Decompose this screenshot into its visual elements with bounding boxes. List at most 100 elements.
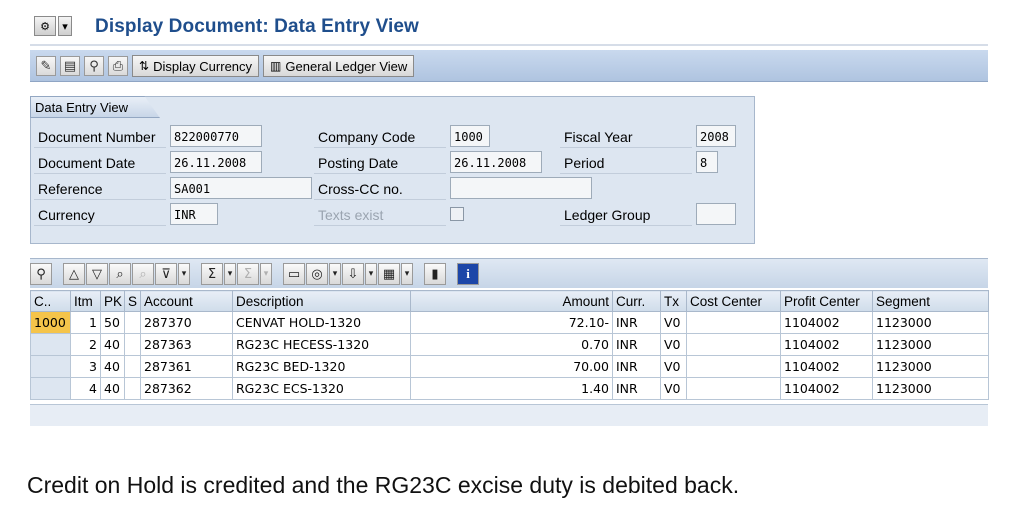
find-next-icon[interactable]: ⌕	[132, 263, 154, 285]
cell-account: 287370	[140, 311, 233, 334]
sort-icon[interactable]: ⊽	[155, 263, 177, 285]
reference-label: Reference	[34, 178, 166, 200]
line-item-grid: C.. Itm PK S Account Description Amount …	[30, 290, 989, 400]
document-number-field[interactable]: 822000770	[170, 125, 262, 147]
sum-dropdown-icon[interactable]: ▾	[224, 263, 236, 285]
table-row[interactable]: 1000 1 50 287370 CENVAT HOLD-1320 72.10-…	[30, 311, 989, 334]
reference-field[interactable]: SA001	[170, 177, 312, 199]
view-icon[interactable]: ◎	[306, 263, 328, 285]
window-menu-icon[interactable]: ⚙	[34, 16, 56, 36]
currency-field[interactable]: INR	[170, 203, 218, 225]
col-header-item[interactable]: Itm	[70, 290, 101, 312]
table-row[interactable]: 2 40 287363 RG23C HECESS-1320 0.70 INR V…	[30, 333, 989, 356]
company-code-field[interactable]: 1000	[450, 125, 490, 147]
caption-text: Credit on Hold is credited and the RG23C…	[27, 472, 740, 498]
cell-company-code[interactable]	[30, 333, 71, 356]
cell-account: 287361	[140, 355, 233, 378]
document-number-label: Document Number	[34, 126, 166, 148]
cell-company-code[interactable]: 1000	[30, 311, 71, 334]
general-ledger-view-button[interactable]: ▥ General Ledger View	[263, 55, 415, 77]
cell-profit-center: 1104002	[780, 355, 873, 378]
col-header-amount[interactable]: Amount	[410, 290, 613, 312]
col-header-company-code[interactable]: C..	[30, 290, 71, 312]
grid-header-row: C.. Itm PK S Account Description Amount …	[30, 290, 989, 312]
general-ledger-view-label: General Ledger View	[285, 58, 408, 74]
details-icon[interactable]: ⚲	[30, 263, 52, 285]
export-icon[interactable]: ⇩	[342, 263, 364, 285]
cross-cc-field[interactable]	[450, 177, 592, 199]
chevron-down-icon[interactable]: ▾	[58, 16, 72, 36]
cell-item: 3	[70, 355, 101, 378]
cell-s	[124, 311, 141, 334]
fiscal-year-label: Fiscal Year	[560, 126, 692, 148]
col-header-cost-center[interactable]: Cost Center	[686, 290, 781, 312]
texts-exist-checkbox[interactable]	[450, 207, 464, 221]
col-header-s[interactable]: S	[124, 290, 141, 312]
company-code-label: Company Code	[314, 126, 446, 148]
cell-currency: INR	[612, 377, 661, 400]
grid-empty-area	[30, 404, 988, 426]
cell-description: RG23C HECESS-1320	[232, 333, 411, 356]
table-row[interactable]: 4 40 287362 RG23C ECS-1320 1.40 INR V0 1…	[30, 377, 989, 400]
col-header-currency[interactable]: Curr.	[612, 290, 661, 312]
display-currency-button[interactable]: ⇅ Display Currency	[132, 55, 260, 77]
cell-company-code[interactable]	[30, 377, 71, 400]
col-header-account[interactable]: Account	[140, 290, 233, 312]
document-icon[interactable]: ▤	[60, 56, 80, 76]
col-header-profit-center[interactable]: Profit Center	[780, 290, 873, 312]
cell-posting-key: 50	[100, 311, 125, 334]
col-header-segment[interactable]: Segment	[872, 290, 989, 312]
view-dropdown-icon[interactable]: ▾	[329, 263, 341, 285]
sort-dropdown-icon[interactable]: ▾	[178, 263, 190, 285]
cell-item: 4	[70, 377, 101, 400]
currency-label: Currency	[34, 204, 166, 226]
sum-icon[interactable]: Σ	[201, 263, 223, 285]
subtotal-icon[interactable]: Σ	[237, 263, 259, 285]
ledger-icon: ▥	[270, 59, 282, 73]
find-icon[interactable]: ⚲	[84, 56, 104, 76]
window-menu[interactable]: ⚙ ▾	[34, 16, 72, 38]
cell-account: 287363	[140, 333, 233, 356]
info-icon[interactable]: i	[457, 263, 479, 285]
cell-cost-center	[686, 377, 781, 400]
col-header-description[interactable]: Description	[232, 290, 411, 312]
data-entry-view-panel: Data Entry View Document Number 82200077…	[30, 96, 755, 244]
table-row[interactable]: 3 40 287361 RG23C BED-1320 70.00 INR V0 …	[30, 355, 989, 378]
print-icon[interactable]: △	[63, 263, 85, 285]
print-icon[interactable]: ⎙	[108, 56, 128, 76]
layout-select-icon[interactable]: ▦	[378, 263, 400, 285]
title-divider	[30, 44, 988, 46]
currency-icon: ⇅	[139, 59, 150, 73]
graphic-icon[interactable]: ▮	[424, 263, 446, 285]
layout-dropdown-icon[interactable]: ▾	[401, 263, 413, 285]
cell-segment: 1123000	[872, 311, 989, 334]
cell-description: RG23C BED-1320	[232, 355, 411, 378]
export-dropdown-icon[interactable]: ▾	[365, 263, 377, 285]
subtotal-dropdown-icon[interactable]: ▾	[260, 263, 272, 285]
cell-amount: 1.40	[410, 377, 613, 400]
cell-company-code[interactable]	[30, 355, 71, 378]
ledger-group-field[interactable]	[696, 203, 736, 225]
document-date-field[interactable]: 26.11.2008	[170, 151, 262, 173]
col-header-posting-key[interactable]: PK	[100, 290, 125, 312]
cell-tax: V0	[660, 355, 687, 378]
cell-posting-key: 40	[100, 377, 125, 400]
cell-amount: 0.70	[410, 333, 613, 356]
edit-icon[interactable]: ✎	[36, 56, 56, 76]
tab-data-entry-view[interactable]: Data Entry View	[30, 96, 160, 118]
filter-icon[interactable]: ▽	[86, 263, 108, 285]
cell-amount: 72.10-	[410, 311, 613, 334]
cell-description: RG23C ECS-1320	[232, 377, 411, 400]
fiscal-year-field[interactable]: 2008	[696, 125, 736, 147]
period-field[interactable]: 8	[696, 151, 718, 173]
cell-cost-center	[686, 355, 781, 378]
find-icon[interactable]: ⌕	[109, 263, 131, 285]
col-header-tax[interactable]: Tx	[660, 290, 687, 312]
posting-date-field[interactable]: 26.11.2008	[450, 151, 542, 173]
ledger-group-label: Ledger Group	[560, 204, 692, 226]
cell-currency: INR	[612, 311, 661, 334]
layout-icon[interactable]: ▭	[283, 263, 305, 285]
cell-amount: 70.00	[410, 355, 613, 378]
cell-description: CENVAT HOLD-1320	[232, 311, 411, 334]
grid-toolbar: ⚲ △ ▽ ⌕ ⌕ ⊽ ▾ Σ ▾ Σ ▾ ▭ ◎ ▾ ⇩ ▾ ▦ ▾ ▮ i	[30, 258, 988, 288]
